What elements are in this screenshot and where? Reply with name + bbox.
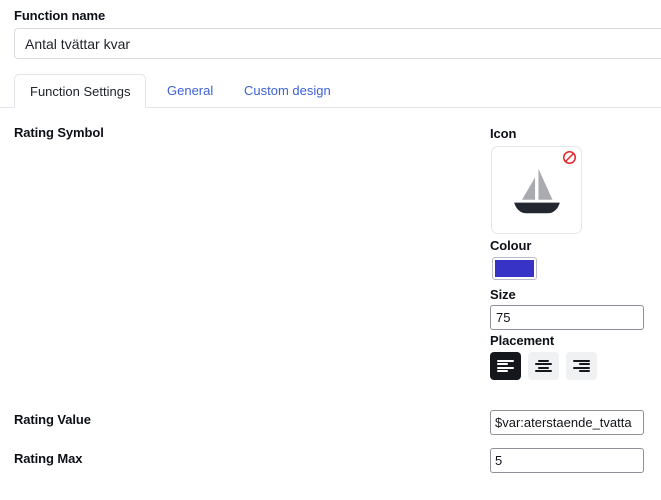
align-left-icon — [497, 358, 514, 374]
tab-function-settings[interactable]: Function Settings — [14, 74, 147, 108]
rating-value-label: Rating Value — [14, 412, 91, 427]
colour-swatch-fill — [495, 260, 534, 277]
icon-picker-card[interactable] — [491, 146, 582, 234]
prohibited-icon[interactable] — [562, 150, 577, 165]
rating-max-label: Rating Max — [14, 451, 83, 466]
colour-swatch[interactable] — [492, 257, 537, 280]
placement-center-button[interactable] — [528, 352, 559, 380]
align-center-icon — [535, 358, 552, 374]
colour-label: Colour — [490, 238, 532, 253]
tab-bar: Function Settings General Custom design — [0, 74, 661, 108]
placement-group — [490, 352, 597, 380]
rating-max-input[interactable] — [490, 448, 644, 473]
placement-left-button[interactable] — [490, 352, 521, 380]
function-settings-page: Function name Function Settings General … — [0, 0, 661, 500]
tab-custom-design[interactable]: Custom design — [238, 74, 337, 108]
function-name-input[interactable] — [14, 28, 661, 59]
sailboat-icon — [513, 168, 560, 214]
placement-label: Placement — [490, 333, 555, 348]
rating-value-input[interactable] — [490, 410, 644, 435]
function-name-label: Function name — [14, 8, 106, 23]
tab-general[interactable]: General — [161, 74, 219, 108]
icon-label: Icon — [490, 126, 517, 141]
placement-right-button[interactable] — [566, 352, 597, 380]
align-right-icon — [573, 358, 590, 374]
size-input[interactable] — [490, 305, 644, 330]
size-label: Size — [490, 287, 516, 302]
rating-symbol-label: Rating Symbol — [14, 125, 104, 140]
